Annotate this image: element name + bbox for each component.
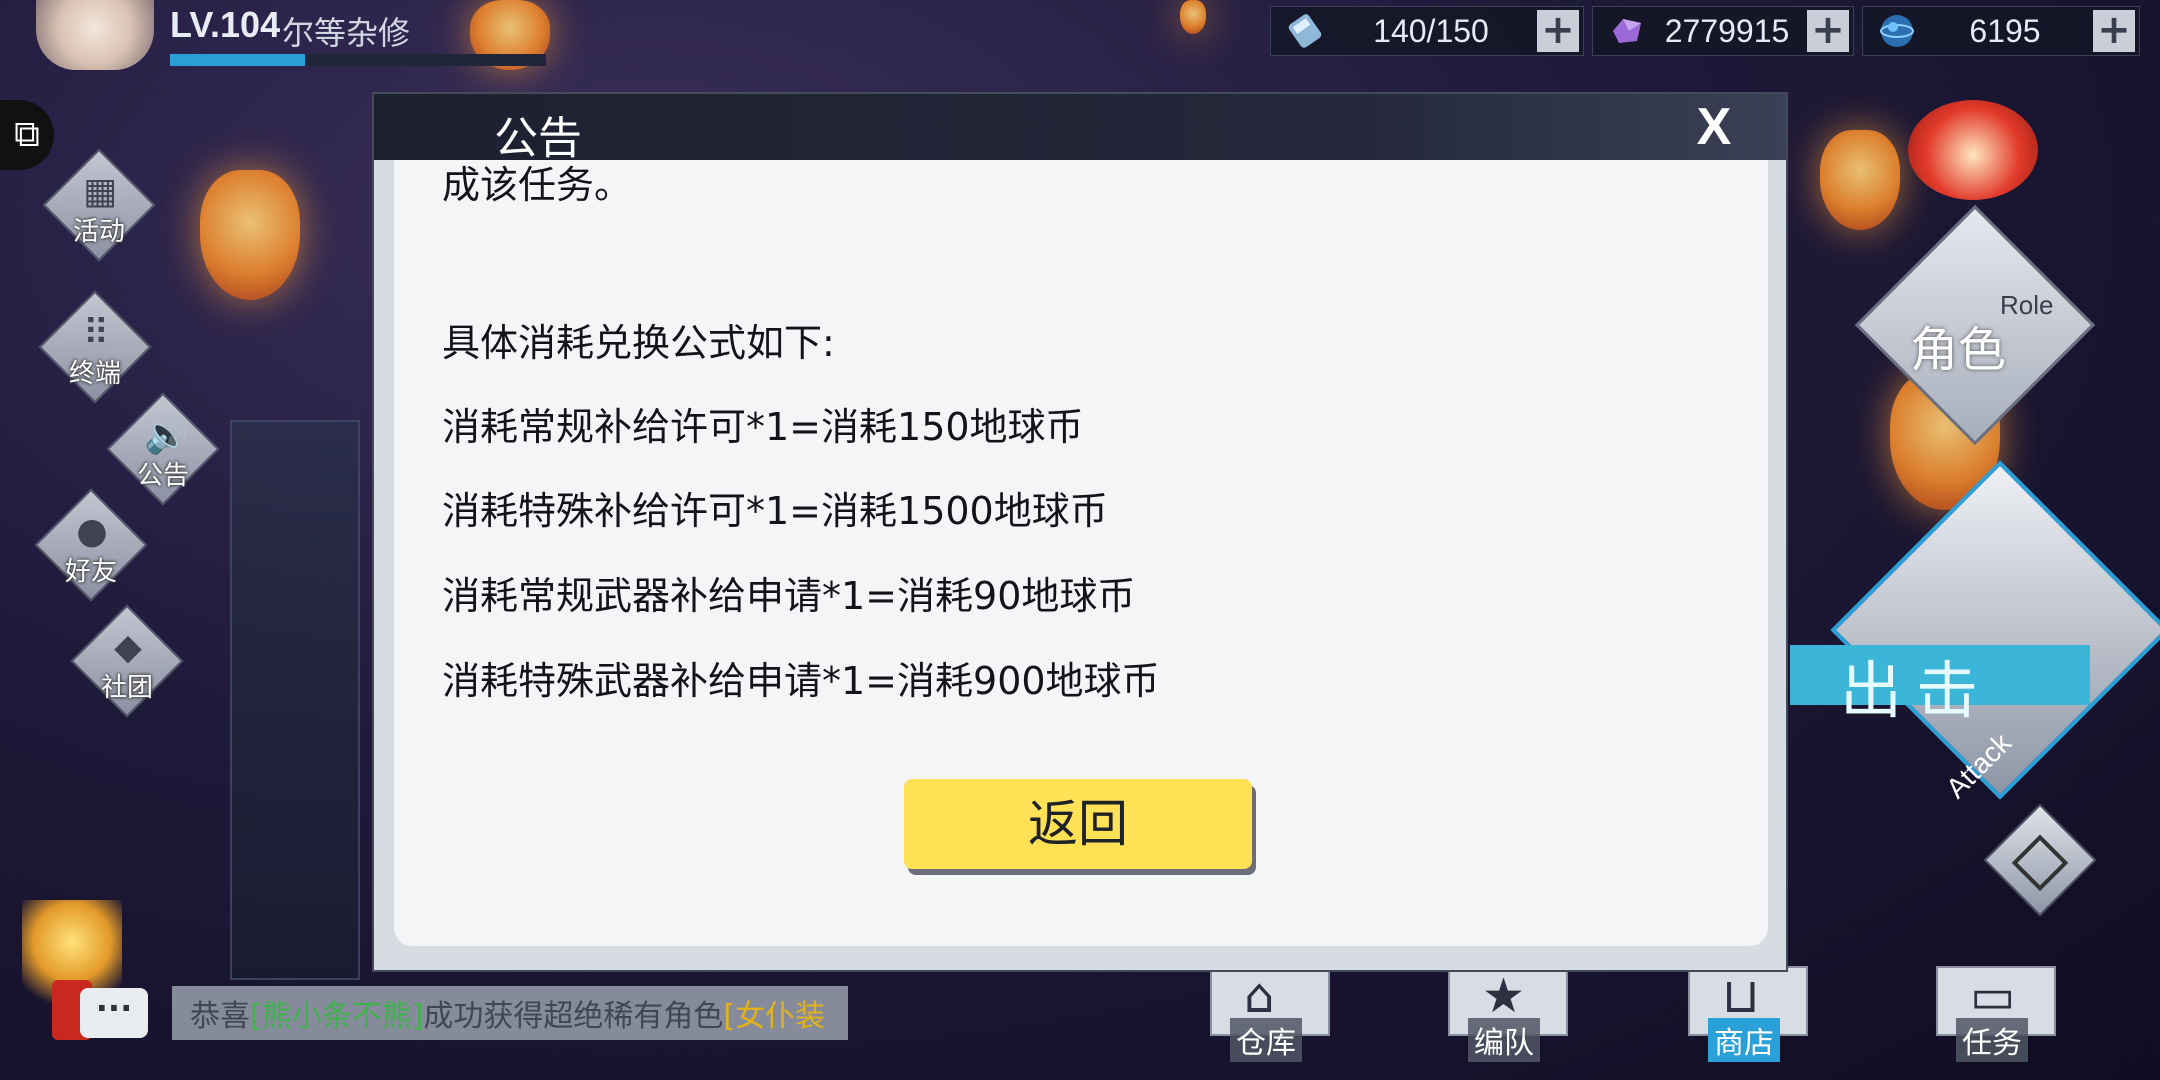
xp-progress-bar [170,54,546,66]
formation-icon: ★ [1482,968,1526,1024]
activity-label: 活动 [72,217,125,247]
nav-tab-shop[interactable]: ⊔ 商店 [1638,960,1838,1070]
add-stamina-button[interactable]: + [1537,10,1579,52]
crystal-icon [1613,19,1641,43]
attack-button[interactable]: 出击 Attack [1790,420,2160,840]
nav-tab-label: 商店 [1708,1018,1780,1062]
nav-tab-label: 编队 [1468,1018,1540,1062]
chat-item: [女仆装 [723,999,826,1034]
close-button[interactable]: X [1686,101,1742,153]
announcement-line: 消耗特殊补给许可*1=消耗1500地球币 [442,489,1108,533]
return-button[interactable]: 返回 [904,779,1252,869]
club-icon: ◆ [114,627,142,668]
crystal-value: 2779915 [1664,12,1790,49]
friends-label: 好友 [64,557,117,587]
terminal-icon: ⠿ [82,313,110,354]
stamina-icon [1288,14,1322,48]
task-icon: ▭ [1970,968,2016,1024]
earth-coin-icon [1880,15,1914,47]
background-door [230,420,360,980]
announcement-line: 消耗常规武器补给申请*1=消耗90地球币 [442,574,1136,618]
player-level: LV.104 [170,4,281,45]
warehouse-icon: ⌂ [1244,968,1275,1024]
role-label-cn: 角色 [1910,322,2007,378]
friends-icon: ● [76,511,108,552]
stamina-value: 140/150 [1373,12,1489,49]
stamina-resource: 140/150 + [1270,6,1584,56]
lantern-decoration [1180,0,1206,34]
chat-middle: 成功获得超绝稀有角色 [423,999,724,1034]
nav-tab-formation[interactable]: ★ 编队 [1398,960,1598,1070]
role-label-en: Role [2000,290,2054,320]
crystal-resource: 2779915 + [1592,6,1854,56]
modal-header: 公告 X [374,94,1786,164]
activity-icon: ▦ [82,171,117,212]
earth-coin-resource: 6195 + [1862,6,2140,56]
lion-dance-icon[interactable] [1908,100,2038,200]
earth-coin-value: 6195 [1969,12,2041,49]
add-crystal-button[interactable]: + [1807,10,1849,52]
terminal-button[interactable]: ⠿ 终端 [38,290,152,404]
announcement-line: 消耗特殊武器补给申请*1=消耗900地球币 [442,659,1160,703]
nav-tab-task[interactable]: ▭ 任务 [1886,960,2086,1070]
lantern-decoration [200,170,300,300]
chat-button[interactable]: ··· [80,988,148,1038]
announcement-button[interactable]: 🔊 公告 [106,392,220,506]
terminal-label: 终端 [68,359,121,389]
friends-button[interactable]: ● 好友 [34,488,148,602]
attack-label-cn: 出击 [1840,654,1993,727]
announcement-line: 消耗常规补给许可*1=消耗150地球币 [442,405,1084,449]
club-button[interactable]: ◆ 社团 [70,604,184,718]
chat-player-name: [熊小条不熊] [250,999,424,1034]
shop-icon: ⊔ [1722,968,1760,1024]
announcement-label: 公告 [136,461,189,491]
role-button[interactable]: Role 角色 [1850,200,2100,450]
modal-title: 公告 [494,113,582,164]
announcement-line: 具体消耗兑换公式如下: [442,321,835,365]
bottom-nav: ⌂ 仓库 ★ 编队 ⊔ 商店 ▭ 任务 [1130,960,2160,1080]
xp-progress-fill [170,54,306,66]
nav-tab-warehouse[interactable]: ⌂ 仓库 [1160,960,1360,1070]
nav-tab-label: 仓库 [1230,1018,1302,1062]
chat-prefix: 恭喜 [190,999,250,1034]
club-label: 社团 [100,673,153,703]
minimize-icon [2011,834,2069,892]
chat-broadcast[interactable]: 恭喜 [熊小条不熊] 成功获得超绝稀有角色 [女仆装 [172,986,848,1040]
speaker-icon: 🔊 [144,415,189,456]
player-avatar[interactable] [36,0,154,70]
activity-button[interactable]: ▦ 活动 [42,148,156,262]
announcement-line: 成该任务。 [442,163,633,207]
nav-tab-label: 任务 [1956,1018,2028,1062]
player-name: 尔等杂修 [282,14,411,52]
add-earth-coin-button[interactable]: + [2093,10,2135,52]
